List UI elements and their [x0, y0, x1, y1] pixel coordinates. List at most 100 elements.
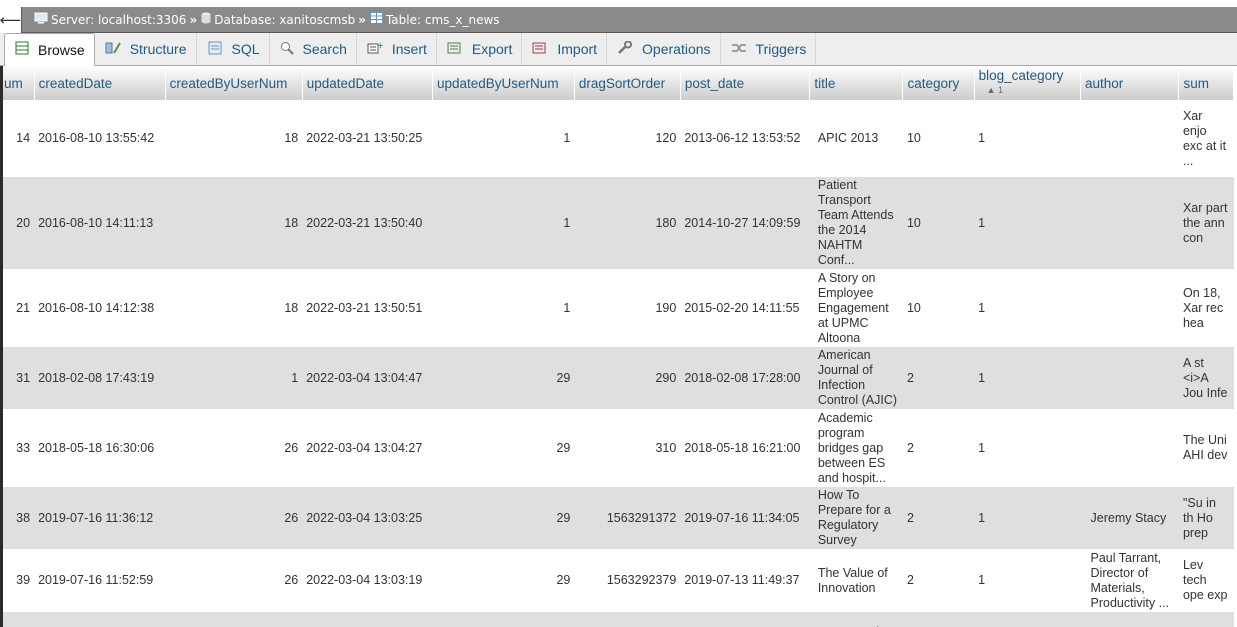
cell-dragSortOrder[interactable]: [574, 612, 681, 627]
cell-num[interactable]: 38: [3, 487, 35, 549]
cell-createdBy[interactable]: 26: [165, 487, 303, 549]
cell-num[interactable]: 39: [3, 549, 35, 612]
tab-browse[interactable]: Browse: [4, 33, 95, 66]
col-header-author[interactable]: author: [1080, 66, 1180, 100]
cell-createdDate[interactable]: 2019-07-16 11:52:59: [34, 549, 166, 612]
cell-post_date[interactable]: 2019-07-13 11:49:37: [680, 549, 810, 612]
cell-updatedBy[interactable]: 1: [432, 177, 575, 269]
cell-category[interactable]: 10: [902, 177, 975, 269]
cell-num[interactable]: 21: [3, 269, 35, 347]
tab-operations[interactable]: Operations: [607, 33, 721, 65]
cell-title[interactable]: American Journal of Infection Control (A…: [809, 347, 903, 409]
col-header-updatedDate[interactable]: updatedDate: [302, 66, 434, 100]
cell-updatedDate[interactable]: 2022-03-21 13:50:40: [302, 177, 433, 269]
cell-num[interactable]: 20: [3, 177, 35, 269]
cell-post_date[interactable]: [680, 612, 810, 627]
cell-blog_category[interactable]: 1: [974, 487, 1081, 549]
cell-createdDate[interactable]: 2016-08-10 14:12:38: [34, 269, 166, 347]
cell-updatedDate[interactable]: 2022-03-04 13:04:47: [302, 347, 433, 409]
cell-updatedBy[interactable]: 29: [432, 487, 575, 549]
cell-title[interactable]: A Story on Employee Engagement at UPMC A…: [809, 269, 903, 347]
tab-export[interactable]: Export: [437, 33, 523, 65]
col-header-dragSortOrder[interactable]: dragSortOrder: [574, 66, 681, 100]
table-row[interactable]: Contracted Xar: [3, 612, 1234, 627]
cell-createdBy[interactable]: 1: [165, 347, 303, 409]
cell-updatedBy[interactable]: 1: [432, 100, 575, 177]
cell-author[interactable]: [1080, 347, 1179, 409]
cell-summary[interactable]: Xar: [1178, 612, 1234, 627]
cell-createdDate[interactable]: 2019-07-16 11:36:12: [34, 487, 166, 549]
cell-author[interactable]: [1080, 177, 1179, 269]
cell-updatedBy[interactable]: 1: [432, 269, 575, 347]
cell-createdBy[interactable]: 26: [165, 409, 303, 487]
col-header-updatedByUserNum[interactable]: updatedByUserNum: [432, 66, 575, 100]
cell-blog_category[interactable]: 1: [974, 177, 1081, 269]
col-header-blog_category[interactable]: blog_category ▲ 1: [974, 66, 1082, 100]
col-header-category[interactable]: category: [902, 66, 975, 100]
cell-blog_category[interactable]: 1: [974, 409, 1081, 487]
col-header-num[interactable]: um: [3, 66, 35, 100]
cell-author[interactable]: Jeremy Stacy: [1080, 487, 1179, 549]
col-header-createdDate[interactable]: createdDate: [34, 66, 166, 100]
cell-updatedDate[interactable]: 2022-03-04 13:04:27: [302, 409, 433, 487]
col-header-createdByUserNum[interactable]: createdByUserNum: [165, 66, 303, 100]
cell-summary[interactable]: Xar part the ann con: [1178, 177, 1234, 269]
cell-blog_category[interactable]: 1: [974, 100, 1081, 177]
table-row[interactable]: 39 2019-07-16 11:52:59 26 2022-03-04 13:03:…: [3, 549, 1234, 612]
cell-num[interactable]: 14: [3, 100, 35, 177]
table-row[interactable]: 31 2018-02-08 17:43:19 1 2022-03-04 13:04:4…: [3, 347, 1234, 409]
cell-updatedBy[interactable]: 29: [432, 347, 575, 409]
tab-import[interactable]: Import: [522, 33, 608, 65]
cell-updatedDate[interactable]: 2022-03-04 13:03:25: [302, 487, 433, 549]
cell-author[interactable]: [1080, 269, 1179, 347]
cell-dragSortOrder[interactable]: 1563291372: [574, 487, 681, 549]
cell-author[interactable]: [1080, 612, 1179, 627]
cell-createdBy[interactable]: 18: [165, 269, 303, 347]
col-header-title[interactable]: title: [809, 66, 904, 100]
cell-updatedBy[interactable]: 29: [432, 549, 575, 612]
cell-blog_category[interactable]: 1: [974, 549, 1081, 612]
results-table-container[interactable]: um createdDate createdByUserNum updatedD…: [0, 66, 1237, 627]
cell-author[interactable]: Paul Tarrant, Director of Materials, Pro…: [1080, 549, 1179, 612]
cell-num[interactable]: 31: [3, 347, 35, 409]
cell-post_date[interactable]: 2018-05-18 16:21:00: [680, 409, 810, 487]
col-header-post_date[interactable]: post_date: [680, 66, 811, 100]
cell-dragSortOrder[interactable]: 190: [574, 269, 681, 347]
cell-category[interactable]: 2: [902, 549, 975, 612]
cell-updatedDate[interactable]: 2022-03-21 13:50:25: [302, 100, 433, 177]
cell-num[interactable]: 33: [3, 409, 35, 487]
cell-dragSortOrder[interactable]: 1563292379: [574, 549, 681, 612]
cell-category[interactable]: 2: [902, 347, 975, 409]
cell-post_date[interactable]: 2013-06-12 13:53:52: [680, 100, 810, 177]
cell-summary[interactable]: Lev tech ope exp: [1178, 549, 1234, 612]
tab-insert[interactable]: + Insert: [357, 33, 437, 65]
tab-sql[interactable]: SQL: [197, 33, 270, 65]
table-row[interactable]: 14 2016-08-10 13:55:42 18 2022-03-21 13:50:…: [3, 100, 1234, 177]
cell-dragSortOrder[interactable]: 180: [574, 177, 681, 269]
tab-triggers[interactable]: Triggers: [721, 33, 817, 65]
cell-blog_category[interactable]: 1: [974, 347, 1081, 409]
cell-dragSortOrder[interactable]: 310: [574, 409, 681, 487]
cell-createdDate[interactable]: [34, 612, 166, 627]
cell-createdDate[interactable]: 2018-02-08 17:43:19: [34, 347, 166, 409]
back-arrow-icon[interactable]: ⟵: [0, 6, 22, 33]
table-row[interactable]: 20 2016-08-10 14:11:13 18 2022-03-21 13:50:…: [3, 177, 1234, 269]
cell-dragSortOrder[interactable]: 290: [574, 347, 681, 409]
cell-summary[interactable]: "Su in th Ho prep: [1178, 487, 1234, 549]
cell-createdBy[interactable]: [165, 612, 303, 627]
cell-blog_category[interactable]: 1: [974, 269, 1081, 347]
cell-title[interactable]: The Value of Innovation: [809, 549, 903, 612]
table-row[interactable]: 21 2016-08-10 14:12:38 18 2022-03-21 13:50:…: [3, 269, 1234, 347]
cell-updatedBy[interactable]: [432, 612, 575, 627]
cell-summary[interactable]: Xar enjo exc at it ...: [1178, 100, 1234, 177]
table-row[interactable]: 38 2019-07-16 11:36:12 26 2022-03-04 13:03:…: [3, 487, 1234, 549]
cell-updatedDate[interactable]: 2022-03-04 13:03:19: [302, 549, 433, 612]
cell-summary[interactable]: A st <i>A Jou Infe: [1178, 347, 1234, 409]
cell-createdDate[interactable]: 2016-08-10 14:11:13: [34, 177, 166, 269]
breadcrumb-database[interactable]: Database: xanitoscmsb: [201, 12, 355, 27]
cell-title[interactable]: APIC 2013: [809, 100, 903, 177]
cell-num[interactable]: [3, 612, 35, 627]
cell-title[interactable]: Academic program bridges gap between ES …: [809, 409, 903, 487]
cell-category[interactable]: [902, 612, 975, 627]
cell-post_date[interactable]: 2014-10-27 14:09:59: [680, 177, 810, 269]
